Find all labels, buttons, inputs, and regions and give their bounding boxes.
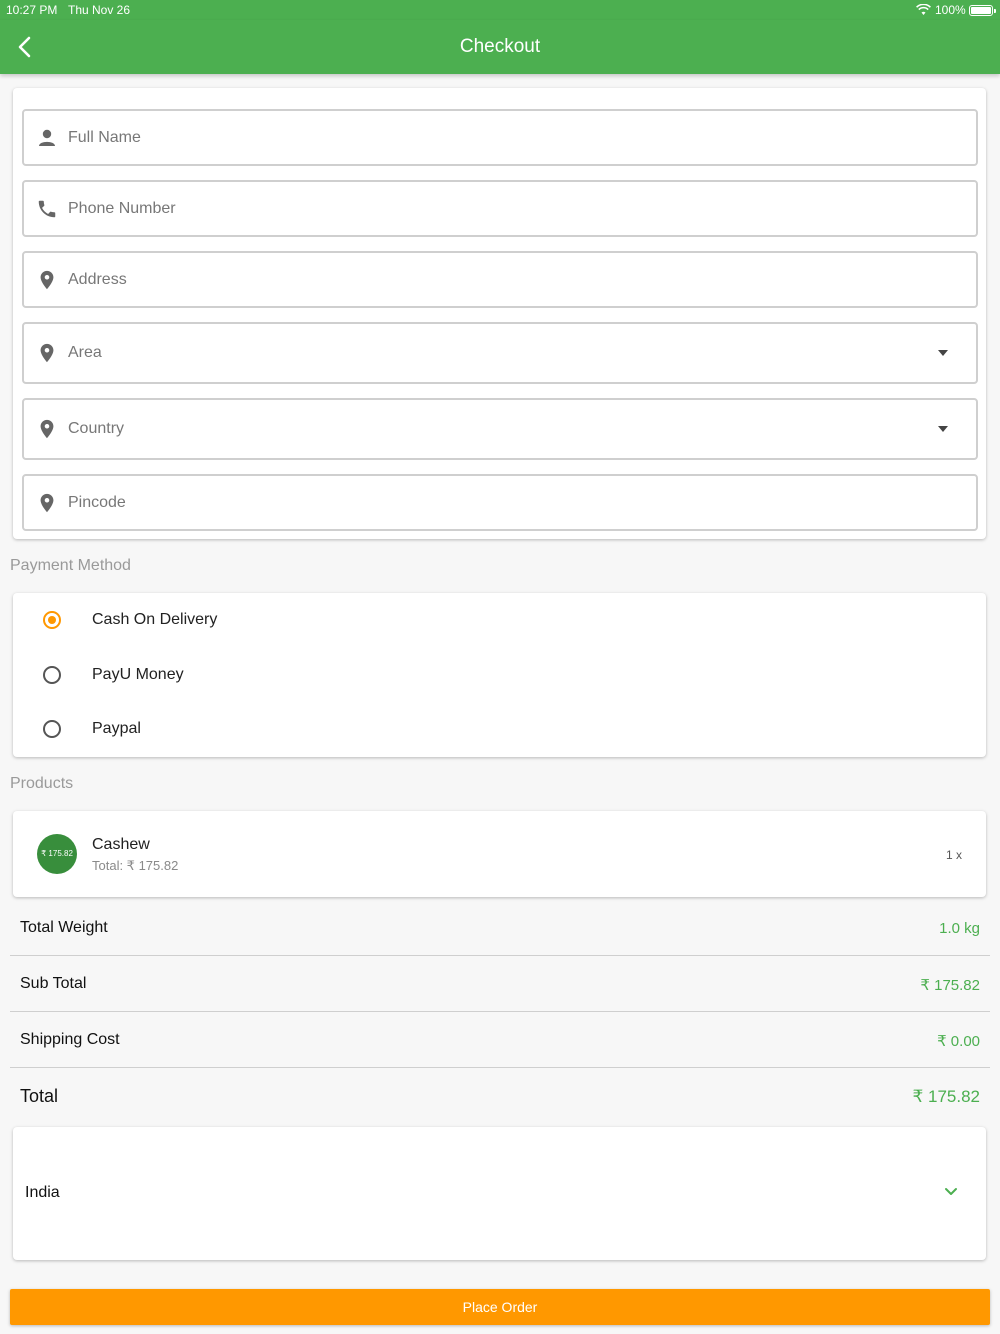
sub-total-value: ₹ 175.82 <box>920 977 980 994</box>
dropdown-arrow-icon <box>938 426 948 432</box>
payment-option-label: Paypal <box>92 720 141 737</box>
total-label: Total <box>20 1086 59 1106</box>
sub-total-label: Sub Total <box>20 975 87 992</box>
payment-method-card: Cash On Delivery PayU Money Paypal <box>13 593 986 757</box>
shipping-cost-row: Shipping Cost ₹ 0.00 <box>10 1012 990 1068</box>
radio-button[interactable] <box>43 666 61 684</box>
address-form-card: Full Name Phone Number Address Area Coun… <box>13 88 986 539</box>
payment-option-label: PayU Money <box>92 666 184 683</box>
chevron-down-icon[interactable] <box>944 1185 958 1199</box>
country-dropdown[interactable]: Country <box>22 398 978 460</box>
product-list-item: ₹ 175.82 Cashew Total: ₹ 175.82 1 x <box>13 811 986 897</box>
address-field[interactable]: Address <box>22 251 978 308</box>
pincode-field[interactable]: Pincode <box>22 474 978 531</box>
phone-icon <box>36 198 58 220</box>
page-title: Checkout <box>459 36 541 57</box>
location-pin-icon <box>36 492 58 514</box>
location-pin-icon <box>36 418 58 440</box>
payment-option-label: Cash On Delivery <box>92 611 218 628</box>
products-heading: Products <box>10 775 74 792</box>
shipping-cost-value: ₹ 0.00 <box>937 1033 980 1050</box>
country-placeholder: Country <box>68 420 125 437</box>
app-bar: Checkout <box>0 20 1000 74</box>
total-weight-value: 1.0 kg <box>939 920 980 937</box>
phone-field[interactable]: Phone Number <box>22 180 978 237</box>
person-icon <box>36 127 58 149</box>
area-placeholder: Area <box>68 344 102 361</box>
location-pin-icon <box>36 269 58 291</box>
location-pin-icon <box>36 342 58 364</box>
battery-icon <box>969 5 996 16</box>
country-selector[interactable]: India <box>13 1127 986 1260</box>
total-weight-label: Total Weight <box>20 919 108 936</box>
payment-option-cod[interactable]: Cash On Delivery <box>13 595 986 645</box>
status-bar: 10:27 PM Thu Nov 26 100% <box>0 0 1000 20</box>
sub-total-row: Sub Total ₹ 175.82 <box>10 956 990 1012</box>
payment-option-paypal[interactable]: Paypal <box>13 704 986 754</box>
dropdown-arrow-icon <box>938 350 948 356</box>
payment-option-payu[interactable]: PayU Money <box>13 650 986 700</box>
product-name: Cashew <box>92 836 150 853</box>
address-placeholder: Address <box>68 271 127 288</box>
status-date: Thu Nov 26 <box>68 3 131 17</box>
total-weight-row: Total Weight 1.0 kg <box>10 900 990 956</box>
place-order-button[interactable]: Place Order <box>10 1289 990 1325</box>
shipping-cost-label: Shipping Cost <box>20 1031 120 1048</box>
pincode-placeholder: Pincode <box>68 494 126 511</box>
payment-method-heading: Payment Method <box>10 557 131 574</box>
product-price-badge: ₹ 175.82 <box>37 834 77 874</box>
country-selected-value: India <box>25 1184 60 1201</box>
full-name-field[interactable]: Full Name <box>22 109 978 166</box>
wifi-icon <box>916 3 931 19</box>
product-quantity: 1 x <box>945 848 962 862</box>
product-total: Total: ₹ 175.82 <box>92 858 179 873</box>
phone-placeholder: Phone Number <box>68 200 176 217</box>
area-dropdown[interactable]: Area <box>22 322 978 384</box>
battery-percent: 100% <box>935 3 966 17</box>
radio-button-selected[interactable] <box>43 611 61 629</box>
total-value: ₹ 175.82 <box>912 1087 980 1106</box>
radio-button[interactable] <box>43 720 61 738</box>
status-time: 10:27 PM <box>6 3 58 17</box>
total-row: Total ₹ 175.82 <box>10 1068 990 1124</box>
full-name-placeholder: Full Name <box>68 129 141 146</box>
